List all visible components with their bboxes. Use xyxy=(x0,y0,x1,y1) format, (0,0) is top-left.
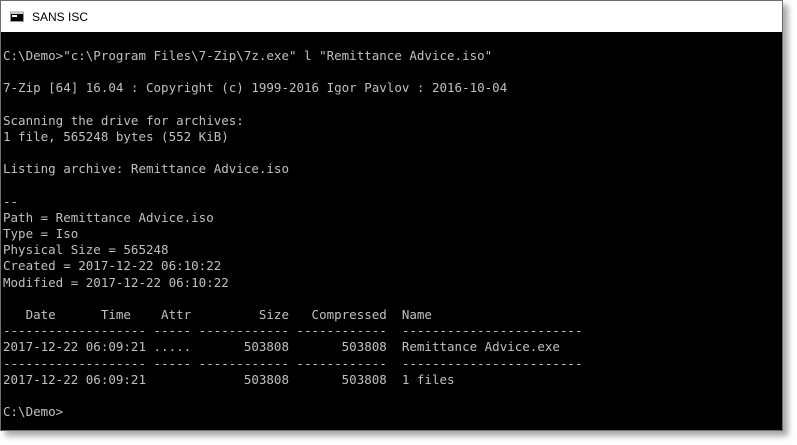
listing-archive-line: Listing archive: Remittance Advice.iso xyxy=(3,161,289,177)
console-output[interactable]: C:\Demo>"c:\Program Files\7-Zip\7z.exe" … xyxy=(3,32,782,430)
physical-size-line: Physical Size = 565248 xyxy=(3,242,169,258)
type-line: Type = Iso xyxy=(3,226,79,242)
console-icon xyxy=(10,11,24,22)
command-line: C:\Demo>"c:\Program Files\7-Zip\7z.exe" … xyxy=(3,48,493,63)
listing-row: 2017-12-22 06:09:21 ..... 503808 503808 … xyxy=(3,339,560,355)
modified-line: Modified = 2017-12-22 06:10:22 xyxy=(3,274,229,290)
version-line: 7-Zip [64] 16.04 : Copyright (c) 1999-20… xyxy=(3,80,508,96)
console-window: SANS ISC C:\Demo>"c:\Program Files\7-Zip… xyxy=(0,0,783,431)
prompt-line[interactable]: C:\Demo> xyxy=(3,404,782,420)
path-line: Path = Remittance Advice.iso xyxy=(3,209,214,225)
window-title: SANS ISC xyxy=(32,9,89,24)
listing-rule: ------------------- ----- ------------ -… xyxy=(3,323,583,339)
file-count-line: 1 file, 565248 bytes (552 KiB) xyxy=(3,128,229,144)
created-line: Created = 2017-12-22 06:10:22 xyxy=(3,258,222,274)
scanning-line: Scanning the drive for archives: xyxy=(3,112,244,128)
listing-rule: ------------------- ----- ------------ -… xyxy=(3,355,583,371)
listing-summary: 2017-12-22 06:09:21 503808 503808 1 file… xyxy=(3,371,455,387)
title-bar[interactable]: SANS ISC xyxy=(1,1,782,32)
listing-header: Date Time Attr Size Compressed Name xyxy=(3,307,432,322)
separator-line: -- xyxy=(3,193,19,209)
